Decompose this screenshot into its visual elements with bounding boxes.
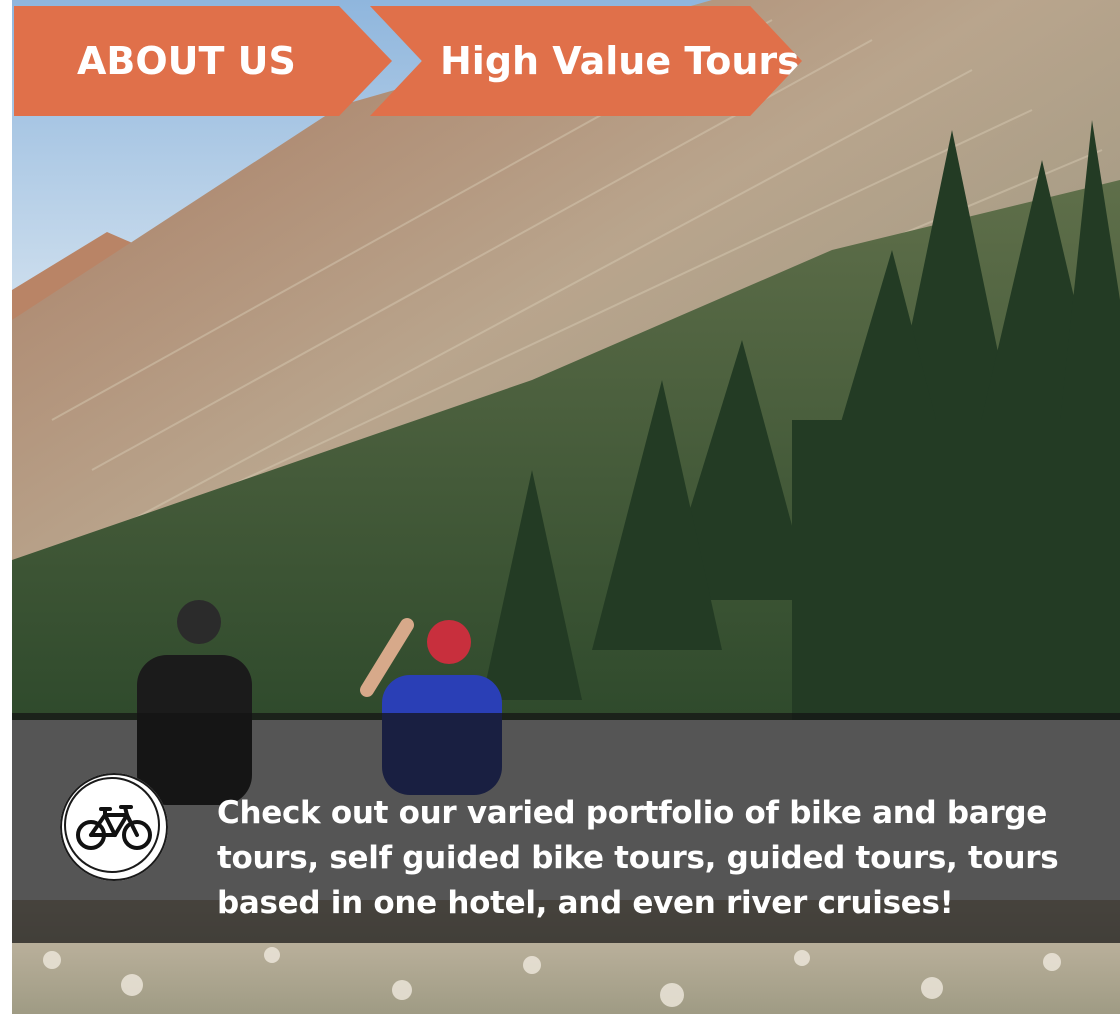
breadcrumb: ABOUT US High Value Tours xyxy=(12,0,1120,120)
breadcrumb-item-high-value-tours[interactable]: High Value Tours xyxy=(370,6,802,116)
hero-banner: ABOUT US High Value Tours Check out our … xyxy=(12,0,1120,1014)
badge-ring xyxy=(64,777,160,873)
bicycle-badge xyxy=(60,773,168,881)
breadcrumb-item-about-us[interactable]: ABOUT US xyxy=(14,6,392,116)
tagline: Check out our varied portfolio of bike a… xyxy=(217,795,1059,921)
